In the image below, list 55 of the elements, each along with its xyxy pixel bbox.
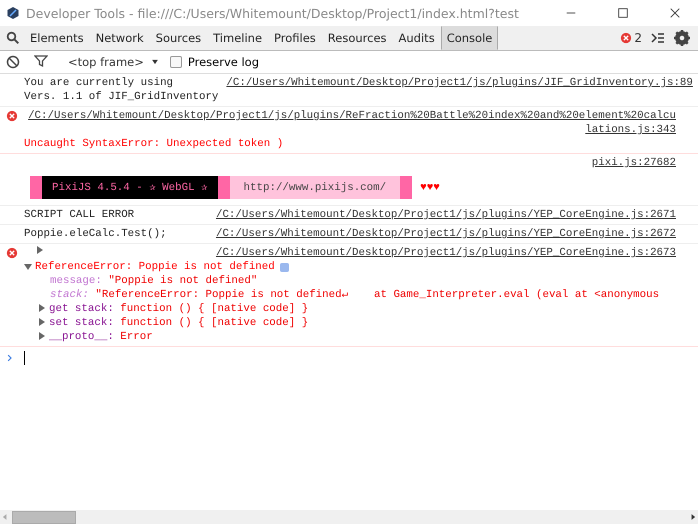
log-message: You are currently using Vers. 1.1 of JIF_GridInventory (24, 76, 218, 104)
tab[interactable]: Sources (150, 26, 208, 50)
source-link[interactable]: /C:/Users/Whitemount/Desktop/Project1/js/plugins/YEP_CoreEngine.js:2671 (216, 208, 676, 222)
tab[interactable]: Console (440, 26, 498, 50)
banner-stripe (400, 176, 412, 199)
error-count: 2 (634, 31, 642, 45)
preserve-log-checkbox[interactable] (170, 56, 182, 68)
log-message: SCRIPT CALL ERROR (24, 208, 136, 222)
error-icon (6, 247, 18, 259)
error-icon (6, 110, 18, 122)
tab[interactable]: Elements (24, 26, 90, 50)
text-cursor (24, 351, 25, 365)
log-message: Poppie.eleCalc.Test(); (24, 227, 168, 241)
source-link[interactable]: /C:/Users/Whitemount/Desktop/Project1/js/plugins/YEP_CoreEngine.js:2673 (216, 246, 676, 260)
dropdown-caret-icon (150, 57, 160, 67)
object-property[interactable]: set stack: function () { [native code] } (49, 317, 308, 329)
app-icon (6, 6, 20, 20)
tab[interactable]: Network (90, 26, 150, 50)
close-icon (669, 7, 681, 19)
tab[interactable]: Timeline (207, 26, 268, 50)
source-link[interactable]: /C:/Users/Whitemount/Desktop/Project1/js/plugins/ReFraction%20Battle%20index%20and%20element%20calculations.js:343 (24, 109, 676, 137)
settings-icon (674, 30, 690, 46)
object-property: stack: "ReferenceError: Poppie is not defined↵ at Game_Interpreter.eval (eval at <anonymous (49, 288, 660, 302)
clear-icon (6, 55, 20, 69)
console-drawer-icon (650, 31, 666, 45)
tab[interactable]: Audits (392, 26, 441, 50)
filter-icon (34, 54, 48, 68)
maximize-icon (617, 7, 629, 19)
frame-selector[interactable]: <top frame> (68, 55, 144, 69)
checkbox-label: Preserve log (188, 55, 260, 69)
banner-title: PixiJS 4.5.4 - ✰ WebGL ✰ (42, 176, 218, 199)
banner-url: http://www.pixijs.com/ (230, 176, 400, 199)
info-icon (280, 262, 289, 272)
banner-stripe (218, 176, 230, 199)
tab[interactable]: Resources (322, 26, 393, 50)
object-property[interactable]: __proto__: Error (49, 331, 153, 343)
collapsed-arrow-icon[interactable] (38, 332, 46, 340)
source-link[interactable]: /C:/Users/Whitemount/Desktop/Project1/js/plugins/JIF_GridInventory.js:89 (226, 76, 693, 104)
search-icon (6, 31, 20, 45)
hearts: ♥♥♥ (420, 180, 440, 194)
object-property[interactable]: get stack: function () { [native code] } (49, 303, 308, 315)
tab[interactable]: Profiles (268, 26, 322, 50)
source-link[interactable]: /C:/Users/Whitemount/Desktop/Project1/js/plugins/YEP_CoreEngine.js:2672 (216, 227, 676, 241)
error-icon (620, 32, 632, 44)
error-object-label: ReferenceError: Poppie is not defined (35, 260, 275, 274)
expanded-arrow-icon[interactable] (24, 263, 32, 271)
source-link[interactable]: pixi.js:27682 (592, 157, 676, 169)
banner-stripe (30, 176, 42, 199)
collapsed-arrow-icon[interactable] (38, 318, 46, 326)
window-title: Developer Tools - file:///C:/Users/Whitemount/Desktop/Project1/index.html?test (26, 6, 520, 20)
collapsed-arrow-icon[interactable] (38, 304, 46, 312)
error-message: Uncaught SyntaxError: Unexpected token ) (24, 137, 284, 151)
object-property: message: "Poppie is not defined" (49, 274, 258, 288)
scrollbar-thumb[interactable] (12, 510, 76, 524)
collapsed-arrow-icon[interactable] (36, 246, 44, 254)
